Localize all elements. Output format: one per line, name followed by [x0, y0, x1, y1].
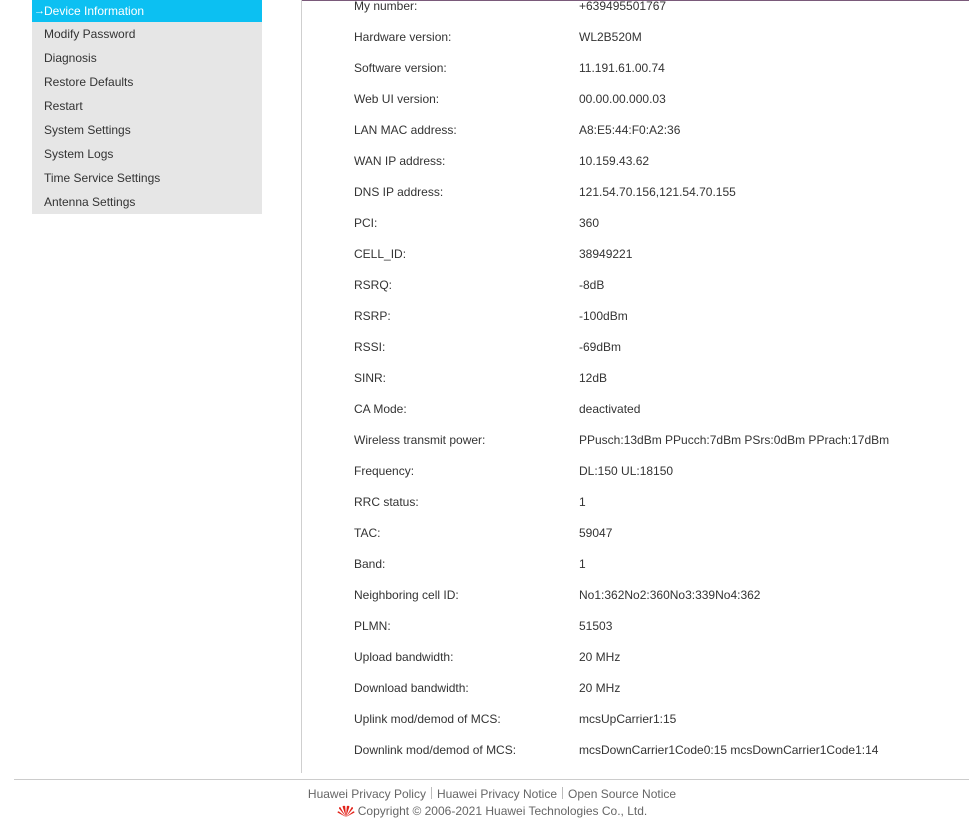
info-label: TAC:	[354, 526, 381, 540]
info-label: RSSI:	[354, 340, 386, 354]
info-label: Software version:	[354, 61, 447, 75]
info-label: My number:	[354, 0, 418, 13]
info-label: LAN MAC address:	[354, 123, 457, 137]
info-value: WL2B520M	[579, 30, 642, 44]
sidebar-item-restore-defaults[interactable]: Restore Defaults	[32, 70, 262, 94]
info-value: 00.00.00.000.03	[579, 92, 666, 106]
sidebar-item-modify-password[interactable]: Modify Password	[32, 22, 262, 46]
sidebar-item-restart[interactable]: Restart	[32, 94, 262, 118]
info-value: 10.159.43.62	[579, 154, 650, 168]
info-value: 11.191.61.00.74	[579, 61, 665, 75]
info-value: 51503	[579, 619, 613, 633]
sidebar-menu: → Device Information Modify Password Dia…	[32, 0, 262, 214]
info-value: mcsUpCarrier1:15	[579, 712, 677, 726]
link-separator	[430, 787, 432, 799]
info-label: RRC status:	[354, 495, 419, 509]
info-label: Frequency:	[354, 464, 415, 478]
sidebar-item-time-service-settings[interactable]: Time Service Settings	[32, 166, 262, 190]
footer-divider	[14, 779, 969, 780]
info-label: SINR:	[354, 371, 387, 385]
sidebar-item-system-settings[interactable]: System Settings	[32, 118, 262, 142]
content-divider	[301, 0, 302, 773]
sidebar-item-diagnosis[interactable]: Diagnosis	[32, 46, 262, 70]
open-source-notice-link[interactable]: Open Source Notice	[568, 787, 676, 801]
info-value: 1	[579, 557, 586, 571]
info-value: 38949221	[579, 247, 633, 261]
info-value: -100dBm	[579, 309, 628, 323]
sidebar-item-label: Time Service Settings	[44, 171, 161, 185]
sidebar-item-label: Modify Password	[44, 27, 136, 41]
sidebar-item-label: Antenna Settings	[44, 195, 136, 209]
info-value: PPusch:13dBm PPucch:7dBm PSrs:0dBm PPrac…	[579, 433, 890, 447]
link-separator	[562, 787, 564, 799]
info-label: CELL_ID:	[354, 247, 407, 261]
huawei-logo-icon	[337, 805, 355, 817]
sidebar-item-device-information[interactable]: → Device Information	[32, 0, 262, 22]
info-value: 20 MHz	[579, 681, 621, 695]
info-label: Web UI version:	[354, 92, 440, 106]
sidebar-item-label: Restart	[44, 99, 83, 113]
info-value: No1:362No2:360No3:339No4:362	[579, 588, 761, 602]
footer-links: Huawei Privacy Policy Huawei Privacy Noti…	[0, 787, 969, 801]
info-label: Hardware version:	[354, 30, 452, 44]
info-label: DNS IP address:	[354, 185, 444, 199]
info-value: 59047	[579, 526, 613, 540]
info-value: mcsDownCarrier1Code0:15 mcsDownCarrier1C…	[579, 743, 879, 757]
info-value: deactivated	[579, 402, 641, 416]
info-value: 20 MHz	[579, 650, 621, 664]
privacy-policy-link[interactable]: Huawei Privacy Policy	[308, 787, 426, 801]
info-label: WAN IP address:	[354, 154, 446, 168]
privacy-notice-link[interactable]: Huawei Privacy Notice	[437, 787, 557, 801]
info-label: Upload bandwidth:	[354, 650, 454, 664]
sidebar-item-label: Restore Defaults	[44, 75, 134, 89]
info-label: Band:	[354, 557, 386, 571]
sidebar-item-label: System Logs	[44, 147, 114, 161]
info-label: Neighboring cell ID:	[354, 588, 459, 602]
sidebar-item-system-logs[interactable]: System Logs	[32, 142, 262, 166]
info-value: +639495501767	[579, 0, 667, 13]
info-value: 1	[579, 495, 586, 509]
info-value: 12dB	[579, 371, 608, 385]
info-value: -8dB	[579, 278, 605, 292]
sidebar-item-label: Diagnosis	[44, 51, 97, 65]
arrow-right-icon: →	[34, 5, 45, 17]
info-value: A8:E5:44:F0:A2:36	[579, 123, 681, 137]
info-value: DL:150 UL:18150	[579, 464, 674, 478]
copyright-text: Copyright © 2006-2021 Huawei Technologie…	[357, 804, 648, 818]
sidebar-item-label: System Settings	[44, 123, 131, 137]
sidebar-item-antenna-settings[interactable]: Antenna Settings	[32, 190, 262, 214]
info-label: PLMN:	[354, 619, 391, 633]
info-label: Uplink mod/demod of MCS:	[354, 712, 501, 726]
info-label: PCI:	[354, 216, 378, 230]
info-label: RSRQ:	[354, 278, 393, 292]
sidebar-item-label: Device Information	[44, 4, 145, 18]
info-value: 121.54.70.156,121.54.70.155	[579, 185, 736, 199]
info-label: Wireless transmit power:	[354, 433, 486, 447]
info-value: 360	[579, 216, 600, 230]
info-label: Download bandwidth:	[354, 681, 469, 695]
info-label: Downlink mod/demod of MCS:	[354, 743, 517, 757]
copyright: Copyright © 2006-2021 Huawei Technologie…	[0, 804, 969, 818]
info-label: RSRP:	[354, 309, 391, 323]
info-value: -69dBm	[579, 340, 622, 354]
info-label: CA Mode:	[354, 402, 407, 416]
